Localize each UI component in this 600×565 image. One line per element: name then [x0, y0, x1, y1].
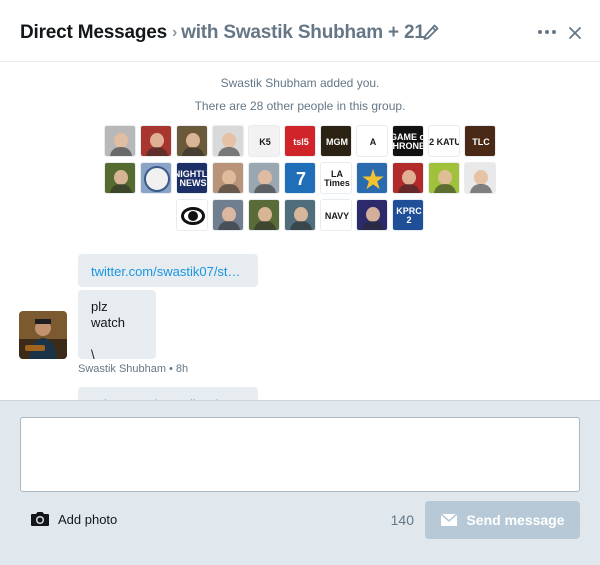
- star-avatar[interactable]: ★: [356, 162, 388, 194]
- message-meta: Swastik Shubham • 8h: [78, 363, 188, 375]
- mgm-logo[interactable]: MGM: [320, 125, 352, 157]
- camera-icon: [31, 512, 49, 526]
- avatar: [19, 311, 67, 359]
- participant-avatar-label: GAME of THRONES: [392, 132, 423, 151]
- message-link-bubble[interactable]: twitter.com/swastik07/stat...: [78, 254, 258, 287]
- participant-avatar-label: [177, 126, 207, 156]
- pencil-icon[interactable]: [423, 24, 439, 42]
- participant-avatar-label: tsl5: [293, 136, 309, 147]
- participant-avatars-row-1: K5 tsl5 MGM A GAME of THRONES 2 KATU TLC: [0, 125, 600, 157]
- participant-avatar[interactable]: [176, 125, 208, 157]
- conversation-pane[interactable]: Swastik Shubham added you. There are 28 …: [0, 62, 600, 400]
- tsl5-logo[interactable]: tsl5: [284, 125, 316, 157]
- participant-avatar-label: [141, 126, 171, 156]
- participant-avatar-label: [141, 163, 171, 193]
- participant-avatar-label: KPRC 2: [396, 206, 422, 225]
- participant-avatar[interactable]: [284, 199, 316, 231]
- participant-avatar-label: [249, 163, 279, 193]
- participant-avatar-label: K5: [259, 136, 271, 147]
- participant-avatar-label: NAVY: [324, 210, 350, 221]
- participant-avatar[interactable]: [248, 162, 280, 194]
- meta-dot: •: [169, 363, 173, 375]
- participant-avatar-label: [285, 200, 315, 230]
- seal-avatar[interactable]: [140, 162, 172, 194]
- title-separator: ›: [171, 24, 178, 41]
- envelope-icon: [440, 513, 458, 526]
- got-logo[interactable]: GAME of THRONES: [392, 125, 424, 157]
- participant-avatar-label: A: [369, 136, 377, 147]
- participant-avatar[interactable]: [104, 162, 136, 194]
- sender-avatar[interactable]: [19, 311, 67, 359]
- arizona-logo[interactable]: A: [356, 125, 388, 157]
- participant-avatar[interactable]: [248, 199, 280, 231]
- system-message-added: Swastik Shubham added you.: [220, 76, 380, 90]
- add-photo-label: Add photo: [58, 511, 118, 527]
- send-message-button[interactable]: Send message: [425, 501, 580, 539]
- add-photo-button[interactable]: Add photo: [30, 511, 117, 527]
- tlc-logo[interactable]: TLC: [464, 125, 496, 157]
- participant-avatar[interactable]: [104, 125, 136, 157]
- participant-avatar-label: [465, 163, 495, 193]
- participant-avatar-label: [357, 200, 387, 230]
- participant-avatar-label: [105, 126, 135, 156]
- participant-avatar-label: 2 KATU: [429, 136, 460, 147]
- message-input[interactable]: [20, 417, 580, 492]
- participant-avatar[interactable]: [428, 162, 460, 194]
- more-icon[interactable]: [537, 25, 557, 39]
- participant-avatar-label: LA Times: [324, 169, 350, 188]
- participant-avatar-label: [357, 163, 387, 193]
- system-message-count: There are 28 other people in this group.: [194, 99, 406, 113]
- message-text-bubble: plz watch \: [78, 290, 156, 362]
- modal-header: Direct Messages › with Swastik Shubham + 2…: [0, 0, 600, 62]
- la-times-logo[interactable]: LA Times: [320, 162, 352, 194]
- participant-avatar[interactable]: [212, 199, 244, 231]
- dm-modal: Direct Messages › with Swastik Shubham + 2…: [0, 0, 600, 565]
- channel7-logo[interactable]: 7: [284, 162, 316, 194]
- participant-avatar-label: NIGHTLY NEWS: [177, 169, 207, 188]
- participant-avatar-label: [177, 200, 207, 230]
- participant-avatar-label: [213, 126, 243, 156]
- nightly-news-logo[interactable]: NIGHTLY NEWS: [176, 162, 208, 194]
- cbs-logo[interactable]: [176, 199, 208, 231]
- dm-title-main: Direct Messages: [20, 22, 167, 43]
- navy-logo[interactable]: NAVY: [320, 199, 352, 231]
- send-message-label: Send message: [466, 512, 565, 528]
- participant-avatar-label: [105, 163, 135, 193]
- message-line: plz watch: [91, 299, 125, 330]
- katu-logo[interactable]: 2 KATU: [428, 125, 460, 157]
- king5-logo[interactable]: K5: [248, 125, 280, 157]
- sender-name[interactable]: Swastik Shubham: [78, 363, 166, 375]
- participant-avatar-label: TLC: [472, 136, 490, 147]
- participant-avatar[interactable]: [212, 162, 244, 194]
- char-counter: 140: [390, 512, 414, 528]
- message-line: \: [91, 347, 95, 362]
- participant-avatar-label: [213, 163, 243, 193]
- participant-avatar-label: [213, 200, 243, 230]
- message-time[interactable]: 8h: [176, 363, 188, 375]
- close-icon[interactable]: [568, 26, 582, 40]
- participant-avatar[interactable]: [464, 162, 496, 194]
- participant-avatar[interactable]: [212, 125, 244, 157]
- kprc-logo[interactable]: KPRC 2: [392, 199, 424, 231]
- participant-avatar-label: [249, 200, 279, 230]
- dm-title: Direct Messages › with Swastik Shubham + 2…: [20, 22, 425, 44]
- participant-avatar[interactable]: [392, 162, 424, 194]
- conversation-name[interactable]: with Swastik Shubham + 21: [181, 22, 425, 43]
- message-link-bubble[interactable]: twitter.com/swastik07/stat...: [78, 387, 258, 400]
- participant-avatar-label: [429, 163, 459, 193]
- participant-avatar-label: 7: [295, 169, 306, 189]
- participant-avatars-row-3: NAVY KPRC 2: [0, 199, 600, 231]
- participant-avatar[interactable]: [356, 199, 388, 231]
- participant-avatar[interactable]: [140, 125, 172, 157]
- participant-avatar-label: MGM: [326, 136, 348, 147]
- participant-avatar-label: [393, 163, 423, 193]
- participant-avatars-row-2: NIGHTLY NEWS 7 LA Times ★: [0, 162, 600, 194]
- message-composer: Add photo 140 Send message: [0, 400, 600, 565]
